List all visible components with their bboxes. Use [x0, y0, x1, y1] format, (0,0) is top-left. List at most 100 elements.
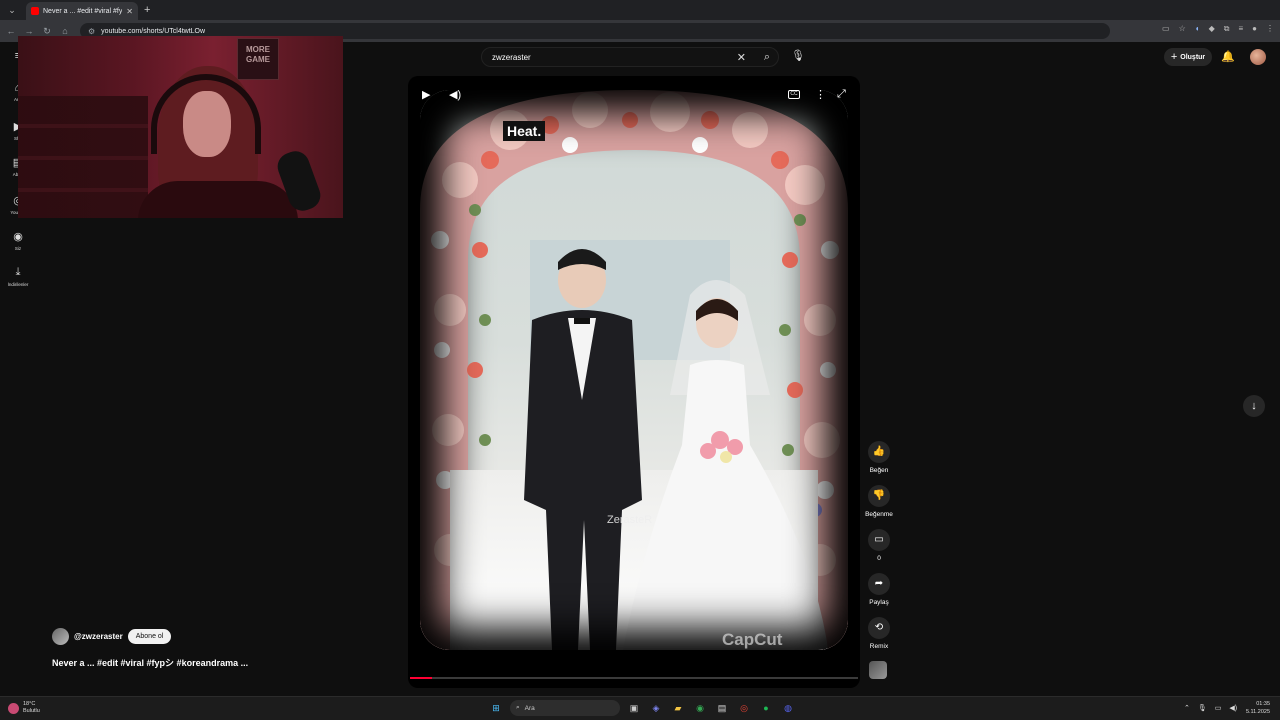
back-icon[interactable]: ← [2, 26, 20, 36]
chrome-canary-icon[interactable]: ◎ [736, 700, 752, 716]
like-button[interactable]: 👍 Beğen [862, 441, 896, 474]
comments-button[interactable]: ▭ 0 [862, 529, 896, 562]
weather-icon [8, 702, 19, 714]
subscribe-button[interactable]: Abone ol [127, 629, 172, 644]
volume-icon[interactable]: ◀) [449, 88, 461, 101]
thumbs-up-icon: 👍 [868, 441, 890, 463]
video-frame [420, 90, 848, 650]
video-caption-overlay: Heat. [503, 121, 546, 141]
discord-icon[interactable]: ◍ [780, 700, 796, 716]
closed-captions-icon[interactable]: CC [788, 90, 800, 99]
microsoft-store-icon[interactable]: ▤ [714, 700, 730, 716]
taskbar-search[interactable]: ⌕ Ara [510, 700, 620, 716]
plus-icon: + [1170, 51, 1178, 63]
sound-thumbnail[interactable] [869, 661, 887, 679]
channel-avatar[interactable] [52, 628, 69, 645]
share-label: Paylaş [869, 599, 889, 606]
url-text: youtube.com/shorts/UTcl4twtLOw [101, 27, 206, 35]
search-icon[interactable]: ⌕ [764, 51, 770, 64]
reading-list-icon[interactable]: ≡ [1238, 24, 1243, 34]
thumbs-down-icon: 👎 [868, 485, 890, 507]
forward-icon[interactable]: → [20, 26, 38, 36]
clear-search-icon[interactable]: ✕ [737, 51, 746, 64]
taskbar-search-icon: ⌕ [516, 704, 520, 711]
remix-icon: ⟲ [868, 617, 890, 639]
remix-label: Remix [869, 643, 889, 650]
search-input-value: zwzeraster [492, 52, 531, 62]
extension-diamond-icon[interactable]: ◆ [1209, 24, 1215, 34]
task-view-icon[interactable]: ▣ [626, 700, 642, 716]
taskbar-clock[interactable]: 01:35 5.11.2025 [1244, 700, 1270, 716]
bookmark-star-icon[interactable]: ☆ [1179, 24, 1186, 34]
search-input[interactable]: zwzeraster ✕ ⌕ [481, 47, 779, 67]
play-icon[interactable]: ▶ [422, 88, 430, 101]
clock-date: 5.11.2025 [1245, 709, 1270, 715]
browser-tab-strip: ⌄ Never a ... #edit #viral #fypシ #k ✕ + [0, 0, 1280, 20]
share-arrow-icon: ➦ [868, 573, 890, 595]
chrome-icon[interactable]: ◉ [692, 700, 708, 716]
account-avatar[interactable] [1250, 49, 1266, 65]
sidebar-item-downloads[interactable]: ⤓ İndirilenler [0, 266, 36, 287]
capcut-logo: CapCut [722, 630, 783, 649]
bride-figure [622, 280, 829, 650]
extension-audio-icon[interactable]: ◖ [1195, 24, 1200, 34]
windows-taskbar: 18°C Bulutlu ⊞ ⌕ Ara ▣ ◈ ▰ ◉ ▤ ◎ ● ◍ ⌃ 🎙… [0, 696, 1280, 720]
webcam-poster: MORE GAME [237, 38, 279, 80]
video-watermark: ZerasteR [607, 514, 653, 526]
webcam-shelf [18, 96, 148, 218]
file-explorer-icon[interactable]: ▰ [670, 700, 686, 716]
channel-handle[interactable]: @zwzeraster [74, 632, 123, 641]
tray-network-icon[interactable]: ▭ [1215, 704, 1222, 712]
dislike-button[interactable]: 👎 Beğenme [862, 485, 896, 518]
tray-mic-icon[interactable]: 🎙 [1198, 704, 1207, 712]
tab-search-icon[interactable]: ⌄ [4, 2, 20, 18]
video-title[interactable]: Never a ... #edit #viral #fypシ #koreandr… [52, 656, 248, 669]
video-progress-bar[interactable] [410, 677, 858, 679]
clock-time: 01:35 [1256, 701, 1270, 707]
like-label: Beğen [869, 467, 889, 474]
extensions-puzzle-icon[interactable]: ⧉ [1224, 24, 1230, 34]
remix-button[interactable]: ⟲ Remix [862, 617, 896, 650]
voice-search-icon[interactable]: 🎙 [789, 49, 807, 67]
weather-temperature: 18°C [23, 701, 36, 707]
weather-condition: Bulutlu [23, 708, 40, 714]
fullscreen-icon[interactable]: ⤢ [837, 88, 846, 101]
dislike-label: Beğenme [865, 511, 893, 518]
create-button[interactable]: + Oluştur [1164, 48, 1212, 66]
webcam-overlay: MORE GAME [18, 36, 343, 218]
browser-tab[interactable]: Never a ... #edit #viral #fypシ #k ✕ [26, 2, 138, 20]
reload-icon[interactable]: ↻ [38, 26, 56, 37]
sidebar-item-you[interactable]: ◉ Siz [0, 230, 36, 251]
profile-icon[interactable]: ● [1252, 24, 1257, 34]
cast-icon[interactable]: ▭ [1162, 24, 1170, 34]
notifications-bell-icon[interactable]: 🔔 [1221, 50, 1235, 63]
tray-overflow-icon[interactable]: ⌃ [1184, 704, 1190, 712]
player-more-options-icon[interactable]: ⋮ [815, 88, 826, 101]
system-tray: ⌃ 🎙 ▭ ◀) [1184, 704, 1237, 712]
weather-widget[interactable]: 18°C Bulutlu [8, 701, 40, 715]
channel-info: @zwzeraster Abone ol [52, 628, 172, 645]
youtube-favicon-icon [31, 7, 39, 15]
share-button[interactable]: ➦ Paylaş [862, 573, 896, 606]
extension-toolbar: ▭ ☆ ◖ ◆ ⧉ ≡ ● ⋮ [1162, 24, 1274, 34]
taskbar-apps: ⊞ ⌕ Ara ▣ ◈ ▰ ◉ ▤ ◎ ● ◍ [488, 700, 796, 716]
teams-icon[interactable]: ◈ [648, 700, 664, 716]
download-icon: ⤓ [15, 266, 21, 278]
site-info-icon[interactable]: ⚙ [88, 27, 95, 36]
video-progress-fill [410, 677, 433, 679]
webcam-person-body [138, 181, 298, 218]
next-video-arrow-icon[interactable]: ↓ [1243, 395, 1265, 417]
webcam-headset [151, 74, 261, 154]
taskbar-search-placeholder: Ara [524, 704, 535, 712]
shorts-player[interactable] [408, 76, 860, 688]
tray-volume-icon[interactable]: ◀) [1229, 704, 1237, 712]
comment-icon: ▭ [868, 529, 890, 551]
home-icon[interactable]: ⌂ [56, 26, 74, 36]
spotify-icon[interactable]: ● [758, 700, 774, 716]
create-label: Oluştur [1180, 53, 1206, 61]
tab-close-icon[interactable]: ✕ [126, 7, 133, 16]
browser-menu-icon[interactable]: ⋮ [1266, 24, 1274, 34]
tab-title: Never a ... #edit #viral #fypシ #k [43, 8, 123, 15]
new-tab-icon[interactable]: + [144, 4, 150, 16]
windows-start-icon[interactable]: ⊞ [488, 700, 504, 716]
